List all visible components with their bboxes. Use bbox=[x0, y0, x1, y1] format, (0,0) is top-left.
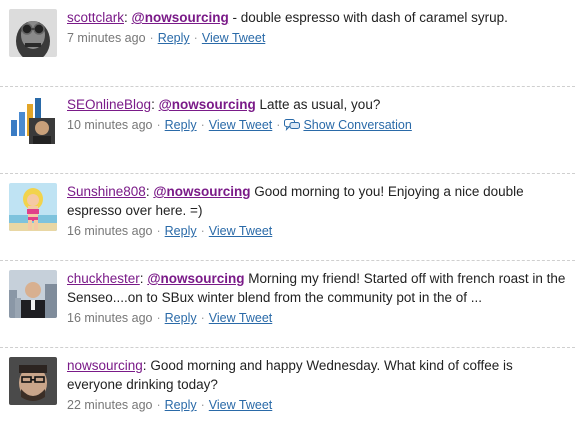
timestamp: 16 minutes ago bbox=[67, 224, 153, 238]
tweet-text: nowsourcing: Good morning and happy Wedn… bbox=[67, 356, 567, 394]
username-link[interactable]: scottclark bbox=[67, 10, 124, 25]
tweet-body: Latte as usual, you? bbox=[255, 97, 381, 112]
reply-link[interactable]: Reply bbox=[165, 118, 197, 132]
text-prefix: : bbox=[151, 97, 159, 112]
username-link[interactable]: chuckhester bbox=[67, 271, 140, 286]
username-link[interactable]: Sunshine808 bbox=[67, 184, 146, 199]
timestamp: 7 minutes ago bbox=[67, 31, 146, 45]
separator: · bbox=[200, 224, 205, 238]
separator: · bbox=[156, 118, 161, 132]
avatar-scottclark[interactable] bbox=[9, 9, 57, 57]
show-conversation-link[interactable]: Show Conversation bbox=[303, 118, 411, 132]
tweet-item: SEOnlineBlog: @nowsourcing Latte as usua… bbox=[0, 87, 575, 174]
tweet-text: Sunshine808: @nowsourcing Good morning t… bbox=[67, 182, 567, 220]
view-tweet-link[interactable]: View Tweet bbox=[209, 311, 272, 325]
avatar-image bbox=[9, 270, 57, 318]
timestamp: 10 minutes ago bbox=[67, 118, 153, 132]
tweet-meta: 16 minutes ago · Reply · View Tweet bbox=[67, 222, 567, 240]
mention-link[interactable]: @nowsourcing bbox=[153, 184, 250, 199]
reply-link[interactable]: Reply bbox=[165, 311, 197, 325]
tweet-text: SEOnlineBlog: @nowsourcing Latte as usua… bbox=[67, 95, 567, 114]
mention-link[interactable]: @nowsourcing bbox=[159, 97, 256, 112]
separator: · bbox=[200, 118, 205, 132]
view-tweet-link[interactable]: View Tweet bbox=[202, 31, 265, 45]
view-tweet-link[interactable]: View Tweet bbox=[209, 398, 272, 412]
tweet-meta: 10 minutes ago · Reply · View Tweet · Show Con… bbox=[67, 116, 567, 134]
separator: · bbox=[156, 311, 161, 325]
separator: · bbox=[149, 31, 154, 45]
tweet-content: scottclark: @nowsourcing - double espres… bbox=[67, 8, 567, 47]
avatar-image bbox=[9, 96, 57, 144]
separator: · bbox=[200, 398, 205, 412]
avatar-image bbox=[9, 9, 57, 57]
view-tweet-link[interactable]: View Tweet bbox=[209, 224, 272, 238]
separator: · bbox=[200, 311, 205, 325]
username-link[interactable]: SEOnlineBlog bbox=[67, 97, 151, 112]
timestamp: 22 minutes ago bbox=[67, 398, 153, 412]
tweet-meta: 22 minutes ago · Reply · View Tweet bbox=[67, 396, 567, 414]
tweet-feed: scottclark: @nowsourcing - double espres… bbox=[0, 0, 575, 435]
tweet-meta: 7 minutes ago · Reply · View Tweet bbox=[67, 29, 567, 47]
mention-link[interactable]: @nowsourcing bbox=[132, 10, 229, 25]
avatar-sunshine808[interactable] bbox=[9, 183, 57, 231]
tweet-content: Sunshine808: @nowsourcing Good morning t… bbox=[67, 182, 567, 240]
speech-bubbles-icon bbox=[284, 119, 301, 131]
avatar-seonlineblog[interactable] bbox=[9, 96, 57, 144]
mention-link[interactable]: @nowsourcing bbox=[147, 271, 244, 286]
tweet-meta: 16 minutes ago · Reply · View Tweet bbox=[67, 309, 567, 327]
view-tweet-link[interactable]: View Tweet bbox=[209, 118, 272, 132]
tweet-text: scottclark: @nowsourcing - double espres… bbox=[67, 8, 567, 27]
tweet-item: nowsourcing: Good morning and happy Wedn… bbox=[0, 348, 575, 435]
separator: · bbox=[193, 31, 198, 45]
reply-link[interactable]: Reply bbox=[158, 31, 190, 45]
tweet-item: scottclark: @nowsourcing - double espres… bbox=[0, 0, 575, 87]
avatar-image bbox=[9, 183, 57, 231]
show-conversation-button[interactable]: Show Conversation bbox=[284, 118, 412, 132]
separator: · bbox=[156, 224, 161, 238]
avatar-nowsourcing[interactable] bbox=[9, 357, 57, 405]
tweet-content: SEOnlineBlog: @nowsourcing Latte as usua… bbox=[67, 95, 567, 134]
tweet-item: Sunshine808: @nowsourcing Good morning t… bbox=[0, 174, 575, 261]
separator: · bbox=[156, 398, 161, 412]
tweet-content: nowsourcing: Good morning and happy Wedn… bbox=[67, 356, 567, 414]
tweet-body: - double espresso with dash of caramel s… bbox=[228, 10, 508, 25]
separator: · bbox=[276, 118, 281, 132]
avatar-image bbox=[9, 357, 57, 405]
timestamp: 16 minutes ago bbox=[67, 311, 153, 325]
text-prefix: : bbox=[124, 10, 132, 25]
tweet-content: chuckhester: @nowsourcing Morning my fri… bbox=[67, 269, 567, 327]
reply-link[interactable]: Reply bbox=[165, 398, 197, 412]
tweet-item: chuckhester: @nowsourcing Morning my fri… bbox=[0, 261, 575, 348]
avatar-chuckhester[interactable] bbox=[9, 270, 57, 318]
username-link[interactable]: nowsourcing bbox=[67, 358, 143, 373]
tweet-text: chuckhester: @nowsourcing Morning my fri… bbox=[67, 269, 567, 307]
reply-link[interactable]: Reply bbox=[165, 224, 197, 238]
